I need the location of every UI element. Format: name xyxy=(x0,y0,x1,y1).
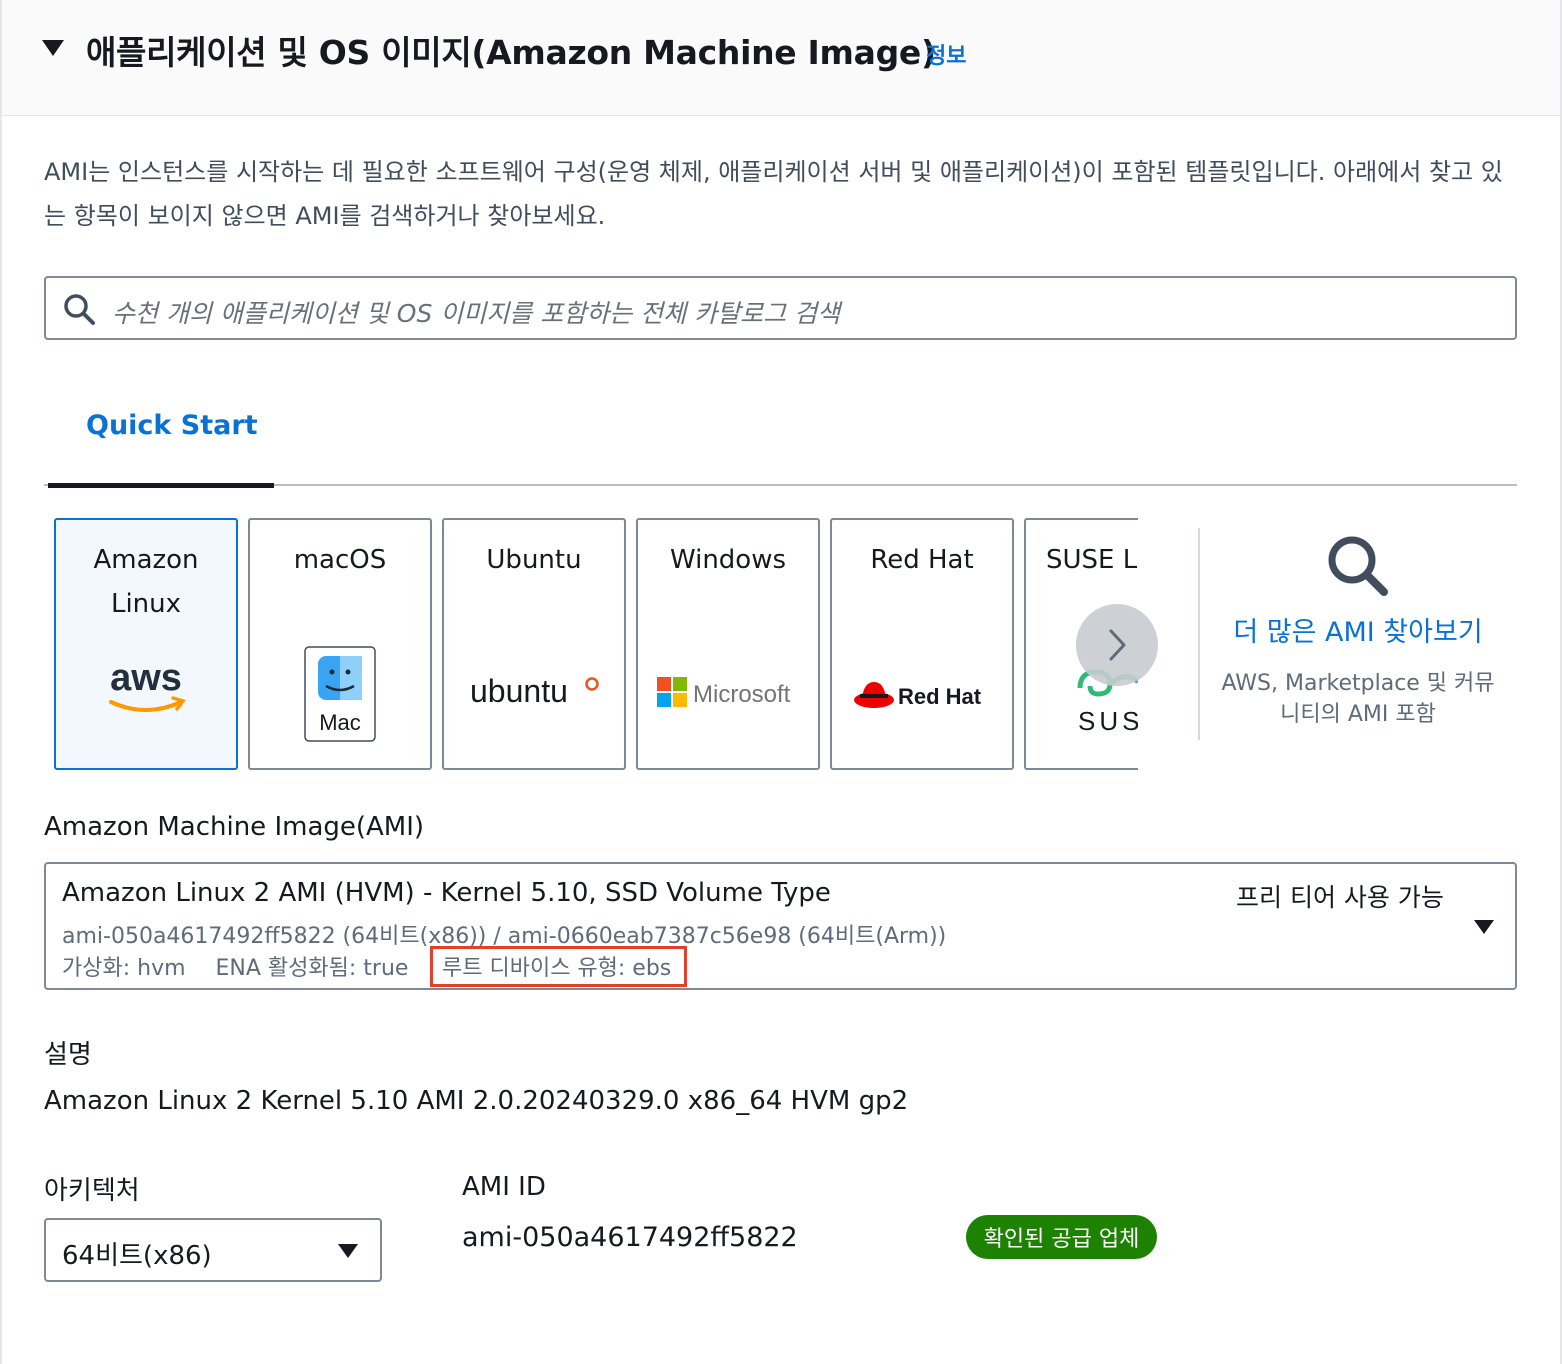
svg-text:aws: aws xyxy=(110,657,182,699)
svg-text:SUS: SUS xyxy=(1078,706,1138,736)
browse-more-description: AWS, Marketplace 및 커뮤니티의 AMI 포함 xyxy=(1221,671,1495,727)
info-link[interactable]: 정보 xyxy=(926,38,966,70)
svg-text:Red Hat: Red Hat xyxy=(898,684,982,709)
ami-tabs: Quick Start xyxy=(44,396,1517,488)
collapse-caret-icon[interactable] xyxy=(42,40,64,56)
ubuntu-logo: ubuntu xyxy=(444,670,624,714)
os-tile-label: Windows xyxy=(669,545,787,575)
architecture-select[interactable]: 64비트(x86) xyxy=(44,1218,382,1282)
virtualization-tag: 가상화: hvm xyxy=(62,956,186,981)
section-title: 애플리케이션 및 OS 이미지(Amazon Machine Image) xyxy=(86,33,936,72)
svg-text:Microsoft: Microsoft xyxy=(693,681,791,708)
description-value: Amazon Linux 2 Kernel 5.10 AMI 2.0.20240… xyxy=(44,1086,909,1116)
os-tile-label: SUSE Li xyxy=(1046,545,1138,575)
os-tile-carousel: Amazon Linux aws macOS Mac Ubuntu ubuntu… xyxy=(54,518,1138,772)
catalog-search-input[interactable]: 수천 개의 애플리케이션 및 OS 이미지를 포함하는 전체 카탈로그 검색 xyxy=(44,276,1517,340)
free-tier-label: 프리 티어 사용 가능 xyxy=(1236,883,1444,912)
os-tile-ubuntu[interactable]: Ubuntu ubuntu xyxy=(442,518,626,770)
red-hat-logo: Red Hat xyxy=(832,674,1012,714)
svg-text:ubuntu: ubuntu xyxy=(470,673,568,709)
caret-down-icon xyxy=(1474,920,1494,934)
section-header[interactable]: 애플리케이션 및 OS 이미지(Amazon Machine Image) 정보 xyxy=(2,0,1560,116)
verified-provider-badge: 확인된 공급 업체 xyxy=(966,1215,1157,1259)
ami-name: Amazon Linux 2 AMI (HVM) - Kernel 5.10, … xyxy=(62,878,831,908)
os-tile-red-hat[interactable]: Red Hat Red Hat xyxy=(830,518,1014,770)
tab-quick-start[interactable]: Quick Start xyxy=(48,396,274,488)
ami-id-value: ami-050a4617492ff5822 xyxy=(462,1222,798,1253)
architecture-value: 64비트(x86) xyxy=(62,1241,212,1271)
ami-select[interactable]: Amazon Linux 2 AMI (HVM) - Kernel 5.10, … xyxy=(44,862,1517,990)
os-tile-macos[interactable]: macOS Mac xyxy=(248,518,432,770)
os-tile-label: macOS xyxy=(293,545,387,575)
chevron-right-icon xyxy=(1109,629,1126,661)
aws-logo: aws xyxy=(56,656,236,720)
os-tile-label: Red Hat xyxy=(870,545,974,575)
ena-tag: ENA 활성화됨: true xyxy=(215,956,409,981)
architecture-label: 아키텍처 xyxy=(44,1176,140,1206)
active-tab-indicator xyxy=(48,483,274,488)
root-device-tag: 루트 디바이스 유형: ebs xyxy=(442,956,672,981)
ami-field-label: Amazon Machine Image(AMI) xyxy=(44,812,425,842)
os-tile-windows[interactable]: Windows Microsoft xyxy=(636,518,820,770)
svg-text:Mac: Mac xyxy=(319,710,361,735)
ami-section-panel: 애플리케이션 및 OS 이미지(Amazon Machine Image) 정보… xyxy=(0,0,1562,1364)
mac-finder-icon: Mac xyxy=(250,646,430,742)
tab-label: Quick Start xyxy=(86,410,258,441)
search-icon xyxy=(64,294,95,325)
caret-down-icon xyxy=(338,1244,358,1258)
browse-more-amis-link[interactable]: 더 많은 AMI 찾아보기 xyxy=(1200,610,1516,649)
carousel-next-button[interactable] xyxy=(1076,604,1158,686)
search-placeholder: 수천 개의 애플리케이션 및 OS 이미지를 포함하는 전체 카탈로그 검색 xyxy=(112,299,841,328)
ami-tags: 가상화: hvm ENA 활성화됨: true xyxy=(62,950,438,982)
description-label: 설명 xyxy=(44,1040,92,1070)
section-description: AMI는 인스턴스를 시작하는 데 필요한 소프트웨어 구성(운영 체제, 애플… xyxy=(44,158,1503,230)
ami-id-label: AMI ID xyxy=(462,1172,546,1202)
os-tile-label: Amazon Linux xyxy=(93,545,199,619)
os-tile-label: Ubuntu xyxy=(486,545,582,575)
microsoft-logo: Microsoft xyxy=(638,672,818,712)
search-icon xyxy=(1328,536,1388,596)
os-tile-amazon-linux[interactable]: Amazon Linux aws xyxy=(54,518,238,770)
